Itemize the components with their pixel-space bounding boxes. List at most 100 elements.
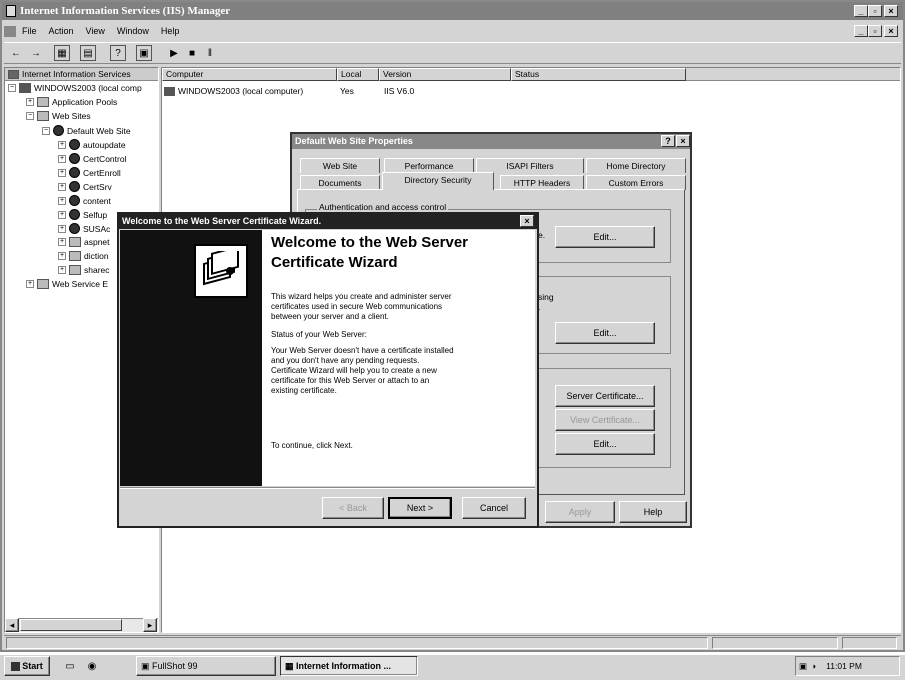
expand-icon[interactable]: + (58, 168, 66, 177)
menu-window[interactable]: Window (117, 26, 149, 36)
tree-site-child[interactable]: + diction (58, 251, 109, 261)
expand-icon[interactable]: + (58, 182, 66, 191)
expand-icon[interactable]: + (26, 98, 34, 106)
stop-icon[interactable]: ■ (184, 45, 200, 61)
tree-computer[interactable]: − WINDOWS2003 (local comp (8, 83, 142, 93)
column-computer[interactable]: Computer (162, 68, 337, 81)
back-arrow-icon[interactable]: ← (8, 45, 24, 61)
expand-icon[interactable]: + (58, 210, 66, 219)
tab-row1[interactable]: ISAPI Filters (476, 158, 584, 173)
globe-icon (69, 153, 80, 164)
globe-icon (69, 209, 80, 220)
minimize-button[interactable]: _ (854, 5, 868, 17)
menu-file[interactable]: File (22, 26, 37, 36)
forward-arrow-icon[interactable]: → (28, 45, 44, 61)
properties-title-bar[interactable]: Default Web Site Properties (292, 134, 690, 149)
column-version[interactable]: Version (379, 68, 511, 81)
expand-icon[interactable]: + (58, 224, 66, 233)
globe-icon (69, 167, 80, 178)
scroll-left-button[interactable]: ◂ (5, 618, 19, 632)
expand-icon[interactable]: + (58, 266, 66, 274)
wizard-heading-line2: Certificate Wizard (271, 254, 398, 271)
expand-icon[interactable]: + (58, 238, 66, 246)
tree-site-child[interactable]: + CertSrv (58, 181, 112, 192)
tree-default-site[interactable]: − Default Web Site (42, 125, 131, 136)
tree-site-child-label: diction (84, 251, 109, 261)
properties-help-action-button[interactable]: Help (619, 501, 687, 523)
tab-row2[interactable]: Documents (300, 175, 380, 190)
network-tray-icon[interactable]: ▣ (799, 661, 807, 672)
wizard-close-button[interactable]: × (520, 215, 534, 227)
iis-root-icon (8, 69, 19, 79)
tree-site-child[interactable]: + SUSAc (58, 223, 110, 234)
ip-edit-button[interactable]: Edit... (555, 322, 655, 344)
expand-icon[interactable]: + (58, 196, 66, 205)
expand-icon[interactable]: + (58, 252, 66, 260)
collapse-icon[interactable]: − (26, 112, 34, 120)
maximize-button[interactable]: ▫ (868, 5, 882, 17)
task-iis[interactable]: ▦ Internet Information ... (280, 656, 418, 676)
tree-site-child[interactable]: + autoupdate (58, 139, 126, 150)
child-close-button[interactable]: × (884, 25, 898, 37)
tree-site-child[interactable]: + sharec (58, 265, 110, 275)
properties-help-button[interactable]: ? (661, 135, 675, 147)
apply-button[interactable]: Apply (545, 501, 615, 523)
tab-row1[interactable]: Web Site (300, 158, 380, 173)
tree-web-service-ext[interactable]: + Web Service E (26, 279, 108, 289)
start-button[interactable]: Start (4, 656, 50, 676)
tree-site-child[interactable]: + CertEnroll (58, 167, 121, 178)
column-status[interactable]: Status (511, 68, 686, 81)
folder-icon (69, 237, 81, 247)
tree-site-child-label: sharec (84, 265, 110, 275)
scroll-right-button[interactable]: ▸ (143, 618, 157, 632)
show-hide-tree-icon[interactable]: ▤ (80, 45, 96, 61)
menu-help[interactable]: Help (161, 26, 180, 36)
tree-site-child[interactable]: + content (58, 195, 111, 206)
tree-site-child[interactable]: + CertControl (58, 153, 126, 164)
close-button[interactable]: × (884, 5, 898, 17)
tree-site-child-label: content (83, 195, 111, 206)
tree-app-pools[interactable]: + Application Pools (26, 97, 117, 107)
scroll-thumb[interactable] (20, 619, 122, 631)
help-icon[interactable]: ? (110, 45, 126, 61)
expand-icon[interactable]: + (26, 280, 34, 288)
menu-view[interactable]: View (86, 26, 105, 36)
tree-web-sites[interactable]: − Web Sites (26, 111, 91, 121)
collapse-icon[interactable]: − (42, 126, 50, 135)
back-button[interactable]: < Back (322, 497, 384, 519)
expand-icon[interactable]: + (58, 154, 66, 163)
tree-site-child[interactable]: + Selfup (58, 209, 107, 220)
ip-text-fragment: sing (538, 292, 554, 302)
wizard-title-bar[interactable]: Welcome to the Web Server Certificate Wi… (119, 214, 537, 229)
tab-row1[interactable]: Performance (384, 158, 474, 173)
child-restore-button[interactable]: ▫ (868, 25, 882, 37)
child-minimize-button[interactable]: _ (854, 25, 868, 37)
expand-icon[interactable]: + (58, 140, 66, 149)
pause-icon[interactable]: ‖ (202, 45, 218, 61)
up-level-icon[interactable]: ▦ (54, 45, 70, 61)
volume-tray-icon[interactable]: ◑ (811, 661, 816, 671)
cancel-button[interactable]: Cancel (462, 497, 526, 519)
computer-icon[interactable]: ▣ (136, 45, 152, 61)
tab-directory-security[interactable]: Directory Security (382, 172, 494, 190)
show-desktop-icon[interactable]: ▭ (62, 658, 78, 674)
column-local[interactable]: Local (337, 68, 379, 81)
auth-edit-button[interactable]: Edit... (555, 226, 655, 248)
collapse-icon[interactable]: − (8, 84, 16, 92)
menu-action[interactable]: Action (49, 26, 74, 36)
play-icon[interactable]: ▶ (166, 45, 182, 61)
properties-close-button[interactable]: × (676, 135, 690, 147)
secure-edit-button[interactable]: Edit... (555, 433, 655, 455)
ie-quicklaunch-icon[interactable]: ◉ (84, 658, 100, 674)
tab-row1[interactable]: Home Directory (586, 158, 686, 173)
tab-row2[interactable]: HTTP Headers (500, 175, 584, 190)
task-fullshot[interactable]: ▣ FullShot 99 (136, 656, 276, 676)
view-certificate-button[interactable]: View Certificate... (555, 409, 655, 431)
table-row[interactable]: WINDOWS2003 (local computer) Yes IIS V6.… (164, 86, 504, 98)
server-certificate-button[interactable]: Server Certificate... (555, 385, 655, 407)
next-button[interactable]: Next > (388, 497, 452, 519)
title-bar[interactable]: Internet Information Services (IIS) Mana… (2, 2, 903, 20)
tree-root[interactable]: Internet Information Services (8, 69, 131, 79)
tree-site-child[interactable]: + aspnet (58, 237, 110, 247)
tab-row2[interactable]: Custom Errors (586, 175, 686, 190)
